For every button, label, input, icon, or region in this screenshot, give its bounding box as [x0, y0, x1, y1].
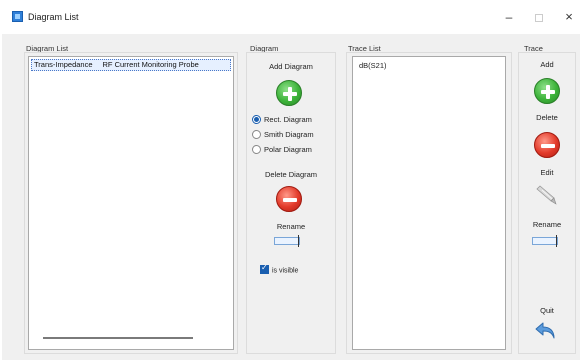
rename-diagram-label: Rename	[276, 222, 306, 231]
add-trace-label: Add	[540, 60, 554, 69]
radio-label: Rect. Diagram	[264, 115, 312, 124]
window-title: Diagram List	[28, 12, 79, 22]
delete-diagram-button[interactable]	[276, 186, 302, 212]
quit-button[interactable]	[534, 320, 558, 342]
add-diagram-label: Add Diagram	[269, 62, 313, 71]
radio-indicator	[252, 129, 261, 139]
delete-trace-button[interactable]	[534, 132, 560, 158]
radio-indicator	[252, 114, 261, 124]
edit-trace-label: Edit	[540, 168, 554, 177]
pencil-icon	[536, 185, 557, 205]
quit-label: Quit	[540, 306, 554, 315]
add-trace-button[interactable]	[534, 78, 560, 104]
text-cursor-icon	[532, 237, 558, 245]
title-bar: Diagram List – ×	[0, 0, 582, 34]
dialog-body: Diagram List Trans-Impedance RF Current M…	[2, 34, 580, 360]
is-visible-checkbox[interactable]: is visible	[260, 263, 299, 275]
app-icon	[12, 11, 23, 22]
edit-trace-button[interactable]	[536, 184, 558, 206]
delete-trace-label: Delete	[536, 113, 558, 122]
trace-list-item[interactable]: dB(S21)	[359, 61, 387, 70]
diagram-list-cell: RF Current Monitoring Probe	[102, 60, 199, 69]
horizontal-scrollbar[interactable]	[43, 337, 193, 339]
checkbox-indicator	[260, 263, 269, 274]
radio-label: Polar Diagram	[264, 145, 312, 154]
close-button[interactable]: ×	[556, 6, 582, 28]
rename-trace-label: Rename	[532, 220, 562, 229]
trace-listbox[interactable]: dB(S21)	[352, 56, 506, 350]
diagram-list-row[interactable]: Trans-Impedance RF Current Monitoring Pro…	[31, 59, 231, 71]
smith-diagram-radio[interactable]: Smith Diagram	[252, 129, 314, 140]
maximize-button[interactable]	[524, 6, 554, 28]
rename-trace-button[interactable]	[532, 235, 562, 247]
radio-indicator	[252, 144, 261, 154]
rect-diagram-radio[interactable]: Rect. Diagram	[252, 114, 312, 125]
diagram-listbox[interactable]: Trans-Impedance RF Current Monitoring Pro…	[28, 56, 234, 350]
radio-label: Smith Diagram	[264, 130, 314, 139]
text-cursor-icon	[274, 237, 300, 245]
maximize-icon	[535, 13, 543, 22]
polar-diagram-radio[interactable]: Polar Diagram	[252, 144, 312, 155]
back-arrow-icon	[535, 322, 555, 339]
minimize-button[interactable]: –	[494, 6, 524, 28]
rename-diagram-button[interactable]	[274, 235, 304, 247]
add-diagram-button[interactable]	[276, 80, 302, 106]
delete-diagram-label: Delete Diagram	[264, 170, 318, 179]
checkbox-label: is visible	[272, 267, 299, 275]
diagram-list-cell: Trans-Impedance	[34, 60, 93, 69]
